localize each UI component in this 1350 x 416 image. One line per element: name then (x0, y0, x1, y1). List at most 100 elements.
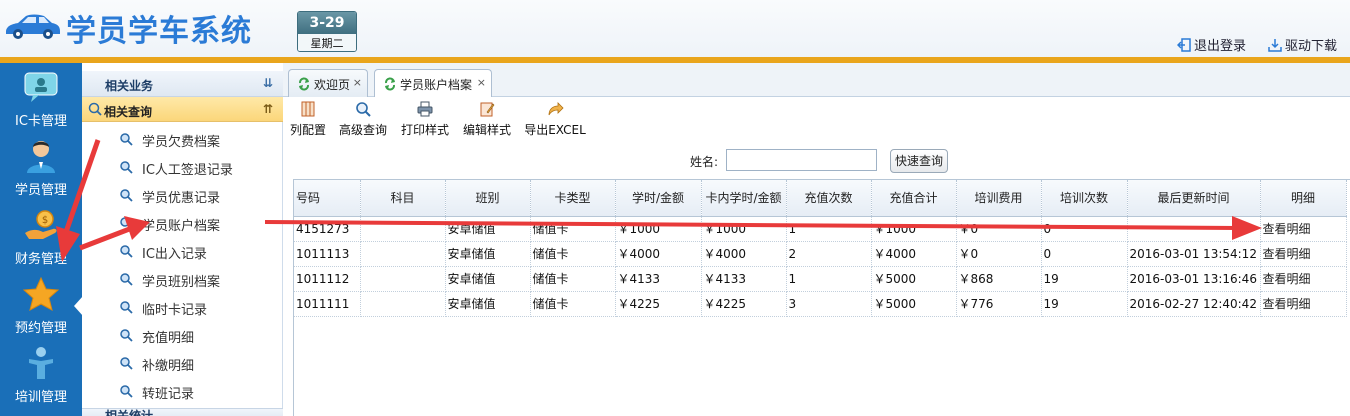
date-text: 3-29 (298, 12, 356, 34)
close-icon[interactable]: × (477, 76, 486, 89)
training-icon (29, 347, 53, 379)
menu-item[interactable]: 学员优惠记录 (82, 181, 283, 209)
column-header[interactable]: 班别 (445, 180, 531, 217)
menu-section-label: 相关查询 (104, 105, 153, 119)
table-cell: ￥0 (956, 216, 1042, 242)
column-header[interactable]: 科目 (360, 180, 446, 217)
tab-student-account[interactable]: 学员账户档案 × (374, 69, 492, 98)
table-row[interactable]: 1011111 安卓储值 储值卡 ￥4225 ￥4225 3 ￥5000 ￥77… (294, 291, 1347, 317)
quick-search-button[interactable]: 快速查询 (890, 149, 948, 173)
menu-header-related-statistics[interactable]: 相关统计 (82, 408, 283, 416)
column-header[interactable]: 充值次数 (786, 180, 872, 217)
table-cell: ￥1000 (701, 216, 787, 242)
menu-item[interactable]: 充值明细 (82, 321, 283, 349)
table-row[interactable]: 1011113 安卓储值 储值卡 ￥4000 ￥4000 2 ￥4000 ￥0 … (294, 241, 1347, 267)
menu-item-student-account[interactable]: 学员账户档案 (82, 209, 283, 237)
double-chevron-up-icon[interactable]: ⇈ (263, 102, 273, 116)
tab-label: 欢迎页 (314, 78, 351, 92)
tab-bar: 欢迎页 × 学员账户档案 × (283, 63, 1350, 98)
account-grid: 号码 科目 班别 卡类型 学时/金额 卡内学时/金额 充值次数 充值合计 培训费… (293, 179, 1350, 416)
table-cell: 1011111 (294, 291, 361, 317)
table-cell: 储值卡 (530, 291, 616, 317)
logout-link[interactable]: 退出登录 (1177, 35, 1246, 54)
menu-section-related-query[interactable]: 相关查询 ⇈ (82, 97, 283, 122)
magnifier-icon (120, 301, 133, 314)
menu-item[interactable]: 补缴明细 (82, 349, 283, 377)
menu-item[interactable]: IC人工签退记录 (82, 153, 283, 181)
export-excel-button[interactable]: 导出EXCEL (523, 100, 587, 142)
column-header[interactable]: 培训费用 (956, 180, 1042, 217)
toolbar-button-label: 导出EXCEL (524, 123, 586, 137)
logout-icon (1177, 37, 1191, 52)
module-appointment[interactable]: 预约管理 (0, 270, 82, 339)
menu-header-label: 相关业务 (105, 79, 154, 93)
module-label: 预约管理 (14, 321, 67, 336)
column-header[interactable]: 充值合计 (871, 180, 957, 217)
table-cell: 2016-03-01 13:54:12 (1127, 241, 1261, 267)
double-chevron-down-icon[interactable]: ⇊ (263, 76, 273, 90)
table-cell: 1 (786, 216, 872, 242)
column-header[interactable]: 培训次数 (1041, 180, 1128, 217)
menu-item[interactable]: 转班记录 (82, 377, 283, 405)
view-detail-link[interactable]: 查看明细 (1260, 266, 1347, 292)
column-header[interactable]: 号码 (294, 180, 361, 217)
module-ic-card[interactable]: IC卡管理 (0, 63, 82, 132)
view-detail-link[interactable]: 查看明细 (1260, 291, 1347, 317)
table-cell: 1 (786, 266, 872, 292)
menu-item[interactable]: 学员班别档案 (82, 265, 283, 293)
view-detail-link[interactable]: 查看明细 (1260, 216, 1347, 242)
magnifier-icon (120, 189, 133, 202)
table-cell: ￥776 (956, 291, 1042, 317)
column-header[interactable]: 学时/金额 (615, 180, 702, 217)
menu-item-label: 补缴明细 (142, 359, 195, 374)
print-icon (417, 101, 433, 117)
table-cell (360, 241, 446, 267)
star-icon (22, 276, 60, 311)
module-finance[interactable]: $ 财务管理 (0, 201, 82, 270)
name-search-input[interactable] (726, 149, 877, 171)
table-row[interactable]: 4151273 安卓储值 储值卡 ￥1000 ￥1000 1 ￥1000 ￥0 … (294, 216, 1347, 242)
table-cell: ￥5000 (871, 266, 957, 292)
column-header[interactable]: 明细 (1260, 180, 1347, 217)
menu-header-related-business[interactable]: 相关业务 ⇊ (82, 71, 283, 97)
ic-card-icon (24, 72, 58, 102)
module-training[interactable]: 培训管理 (0, 339, 82, 408)
account-table: 号码 科目 班别 卡类型 学时/金额 卡内学时/金额 充值次数 充值合计 培训费… (294, 180, 1347, 317)
table-cell: ￥4000 (615, 241, 702, 267)
table-cell: ￥868 (956, 266, 1042, 292)
magnifier-icon (120, 329, 133, 342)
menu-item[interactable]: IC出入记录 (82, 237, 283, 265)
table-cell: 2016-02-27 12:40:42 (1127, 291, 1261, 317)
column-header[interactable]: 最后更新时间 (1127, 180, 1261, 217)
logout-label: 退出登录 (1194, 39, 1247, 54)
column-config-button[interactable]: 列配置 (289, 100, 327, 142)
app-header: 学员学车系统 3-29 星期二 退出登录 驱动下载 (0, 0, 1350, 60)
module-sidebar: IC卡管理 学员管理 $ 财务管理 预约管理 培训管理 (0, 63, 83, 416)
column-config-icon (301, 101, 315, 117)
view-detail-link[interactable]: 查看明细 (1260, 241, 1347, 267)
tab-welcome[interactable]: 欢迎页 × (288, 69, 368, 97)
table-cell: ￥4000 (701, 241, 787, 267)
table-cell: 1011112 (294, 266, 361, 292)
menu-item[interactable]: 学员欠费档案 (82, 125, 283, 153)
close-icon[interactable]: × (353, 76, 362, 89)
refresh-icon (385, 77, 395, 91)
toolbar-button-label: 列配置 (289, 123, 326, 137)
advanced-search-button[interactable]: 高级查询 (338, 100, 388, 142)
magnifier-icon (120, 273, 133, 286)
driver-download-link[interactable]: 驱动下载 (1268, 35, 1337, 54)
column-header[interactable]: 卡类型 (530, 180, 616, 217)
module-student[interactable]: 学员管理 (0, 132, 82, 201)
table-row[interactable]: 1011112 安卓储值 储值卡 ￥4133 ￥4133 1 ￥5000 ￥86… (294, 266, 1347, 292)
menu-item-label: 临时卡记录 (142, 303, 208, 318)
column-header[interactable]: 卡内学时/金额 (701, 180, 787, 217)
table-cell: 4151273 (294, 216, 361, 242)
module-label: 财务管理 (14, 252, 67, 267)
edit-style-button[interactable]: 编辑样式 (462, 100, 512, 142)
weekday-text: 星期二 (298, 34, 356, 51)
advanced-search-icon (356, 102, 371, 117)
menu-item-label: IC人工签退记录 (142, 163, 233, 178)
menu-item[interactable]: 临时卡记录 (82, 293, 283, 321)
print-style-button[interactable]: 打印样式 (400, 100, 450, 142)
table-cell: ￥4225 (701, 291, 787, 317)
